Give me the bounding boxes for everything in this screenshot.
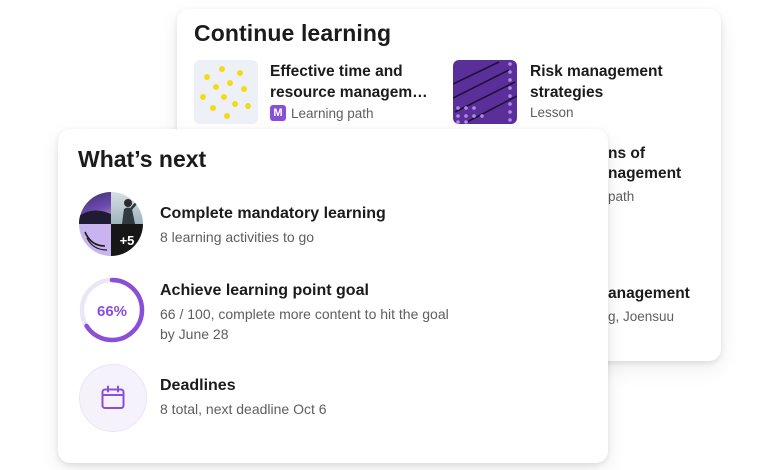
deadlines-title[interactable]: Deadlines	[160, 377, 236, 395]
goal-percent-label: 66%	[97, 303, 127, 320]
hidden-course-meta: path	[608, 189, 635, 204]
mandatory-learning-subtitle: 8 learning activities to go	[160, 229, 315, 245]
course-title-line: Effective time and	[270, 63, 403, 80]
whats-next-title: What’s next	[78, 146, 207, 172]
deadlines-subtitle: 8 total, next deadline Oct 6	[160, 401, 327, 417]
course-thumbnail-dots[interactable]	[194, 60, 258, 124]
course-meta: Lesson	[530, 105, 574, 120]
avatar	[79, 224, 111, 256]
avatar	[111, 192, 143, 224]
course-type-label: Learning path	[291, 105, 374, 121]
hidden-course-meta: g, Joensuu	[608, 309, 675, 324]
goal-subtitle-line: 66 / 100, complete more content to hit t…	[160, 306, 449, 322]
continue-learning-title: Continue learning	[194, 20, 392, 46]
course-title-risk[interactable]: Risk management strategies	[530, 61, 710, 103]
learning-path-icon: M	[270, 105, 286, 121]
hidden-course-title: nagement	[608, 165, 682, 182]
mandatory-learning-title[interactable]: Complete mandatory learning	[160, 205, 386, 223]
learner-avatar-group: +5	[79, 192, 143, 256]
course-type-label: Lesson	[530, 105, 574, 120]
hidden-course-title: ns of	[608, 145, 646, 162]
course-title-line: strategies	[530, 84, 604, 101]
course-title-line: Risk management	[530, 63, 663, 80]
goal-subtitle: 66 / 100, complete more content to hit t…	[160, 304, 449, 344]
abstract-lines-icon	[453, 61, 517, 124]
course-meta: M Learning path	[270, 105, 374, 121]
goal-progress-ring: 66%	[78, 276, 146, 344]
goal-subtitle-line: by June 28	[160, 326, 229, 342]
calendar-icon	[101, 385, 125, 409]
course-title-line: resource managem…	[270, 84, 428, 101]
avatar	[79, 192, 111, 224]
whats-next-card: What’s next +5 Complete mandatory learni…	[58, 129, 608, 463]
goal-title[interactable]: Achieve learning point goal	[160, 282, 369, 300]
course-thumbnail-risk[interactable]	[453, 60, 517, 124]
deadlines-icon-circle	[79, 364, 147, 432]
dots-illustration-icon	[200, 66, 251, 119]
course-title-time-resource[interactable]: Effective time and resource managem…	[270, 61, 450, 103]
hidden-course-title: anagement	[608, 285, 690, 302]
more-avatars-count: +5	[111, 224, 143, 256]
